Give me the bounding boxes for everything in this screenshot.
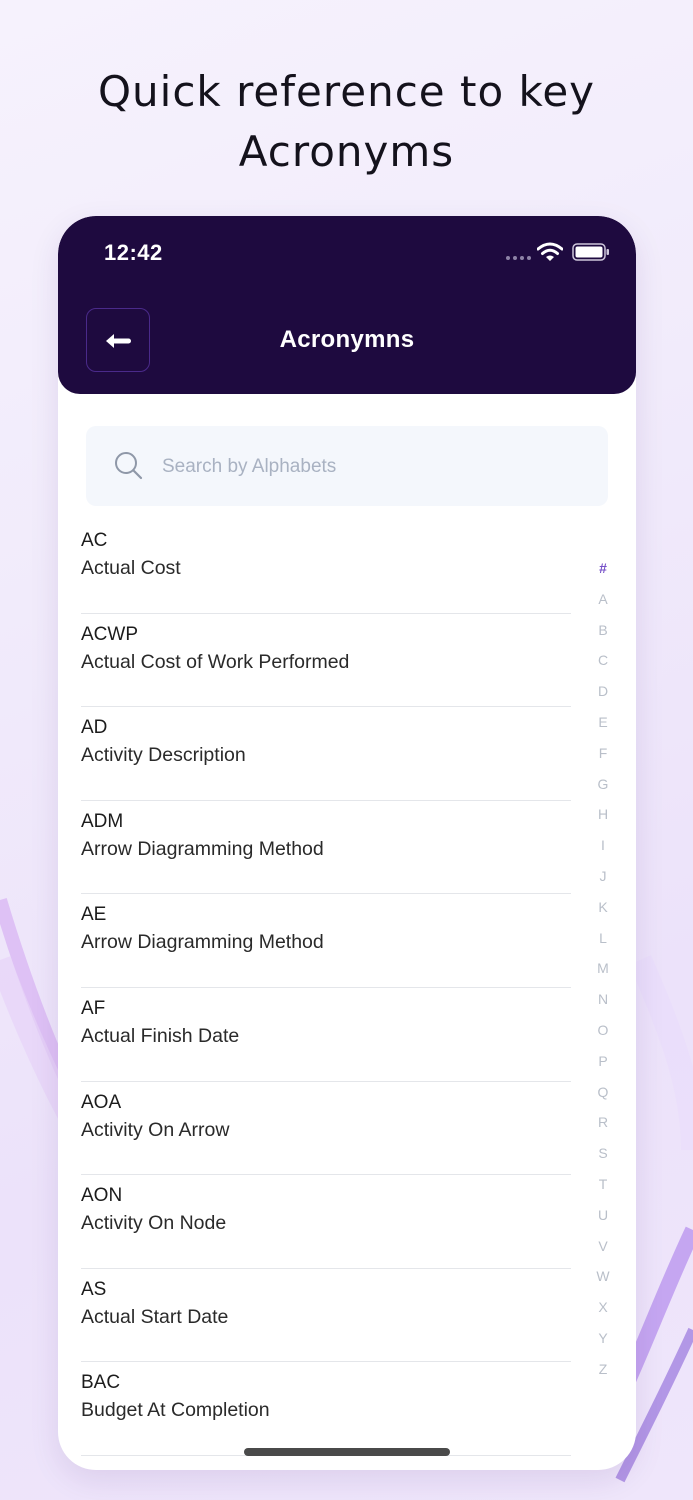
acronym-meaning: Activity Description [81,744,246,767]
promo-headline-line-2: Acronyms [238,127,455,176]
acronym-code: ACWP [81,623,138,645]
promo-headline-line-1: Quick reference to key [97,67,596,116]
alphabet-index-letter[interactable]: F [588,738,618,769]
alphabet-index-letter[interactable]: K [588,892,618,923]
alphabet-index-letter[interactable]: H [588,799,618,830]
alphabet-index-letter[interactable]: I [588,830,618,861]
acronym-list-item[interactable]: BAC Budget At Completion [81,1362,571,1456]
acronym-code: ADM [81,810,124,832]
acronym-code: BAC [81,1372,121,1394]
alphabet-index: # A B C D E F G H I J K L M N O P Q R S T U V W X Y Z [588,553,618,1385]
alphabet-index-letter[interactable]: Y [588,1323,618,1354]
alphabet-index-letter[interactable]: N [588,984,618,1015]
acronym-list-item[interactable]: AE Arrow Diagramming Method [81,894,571,988]
battery-icon [572,243,609,261]
alphabet-index-letter[interactable]: E [588,707,618,738]
acronym-list-item[interactable]: AON Activity On Node [81,1175,571,1269]
alphabet-index-letter[interactable]: # [588,553,618,584]
acronym-list-item[interactable]: ADM Arrow Diagramming Method [81,801,571,895]
alphabet-index-letter[interactable]: G [588,769,618,800]
acronym-code: AF [81,997,106,1019]
acronym-code: AD [81,717,108,739]
search-input[interactable] [162,452,582,482]
acronym-list-item[interactable]: AD Activity Description [81,707,571,801]
alphabet-index-letter[interactable]: L [588,923,618,954]
acronym-code: AE [81,904,107,926]
alphabet-index-letter[interactable]: D [588,676,618,707]
alphabet-index-letter[interactable]: V [588,1231,618,1262]
alphabet-index-letter[interactable]: B [588,615,618,646]
screen-title: Acronymns [279,326,415,353]
search-icon [115,452,143,480]
phone-screen: 12:42 Acronymns AC Actual Cost AC [58,216,636,1470]
acronym-meaning: Activity On Node [81,1212,227,1235]
acronym-list-item[interactable]: ACWP Actual Cost of Work Performed [81,614,571,708]
acronym-meaning: Arrow Diagramming Method [81,931,324,954]
acronym-code: AON [81,1185,123,1207]
alphabet-index-letter[interactable]: W [588,1261,618,1292]
alphabet-index-letter[interactable]: T [588,1169,618,1200]
alphabet-index-letter[interactable]: Z [588,1354,618,1385]
status-bar-time: 12:42 [104,240,163,265]
alphabet-index-letter[interactable]: A [588,584,618,615]
acronym-list: AC Actual Cost ACWP Actual Cost of Work Per… [81,520,571,1456]
acronym-meaning: Arrow Diagramming Method [81,837,324,860]
promo-headline: Quick reference to key Acronyms [0,62,693,182]
alphabet-index-letter[interactable]: O [588,1015,618,1046]
acronym-meaning: Activity On Arrow [81,1118,230,1141]
acronym-meaning: Actual Cost of Work Performed [81,650,350,673]
acronym-code: AC [81,530,108,551]
acronym-list-item[interactable]: AOA Activity On Arrow [81,1082,571,1176]
acronym-list-item[interactable]: AF Actual Finish Date [81,988,571,1082]
acronym-meaning: Budget At Completion [81,1399,270,1422]
alphabet-index-letter[interactable]: Q [588,1077,618,1108]
alphabet-index-letter[interactable]: X [588,1292,618,1323]
acronym-code: AS [81,1278,107,1300]
alphabet-index-letter[interactable]: U [588,1200,618,1231]
alphabet-index-letter[interactable]: S [588,1138,618,1169]
alphabet-index-letter[interactable]: C [588,645,618,676]
acronym-code: AOA [81,1091,122,1113]
alphabet-index-letter[interactable]: J [588,861,618,892]
acronym-list-item[interactable]: AS Actual Start Date [81,1269,571,1363]
search-bar[interactable] [86,426,608,506]
wifi-icon [537,242,563,261]
alphabet-index-letter[interactable]: R [588,1107,618,1138]
acronym-meaning: Actual Start Date [81,1305,229,1328]
home-indicator [244,1448,450,1456]
acronym-meaning: Actual Cost [81,557,181,579]
acronym-list-item[interactable]: AC Actual Cost [81,520,571,614]
alphabet-index-letter[interactable]: P [588,1046,618,1077]
alphabet-index-letter[interactable]: M [588,953,618,984]
acronym-meaning: Actual Finish Date [81,1024,240,1047]
cellular-signal-icon [506,256,534,262]
app-header: 12:42 Acronymns [58,216,636,394]
